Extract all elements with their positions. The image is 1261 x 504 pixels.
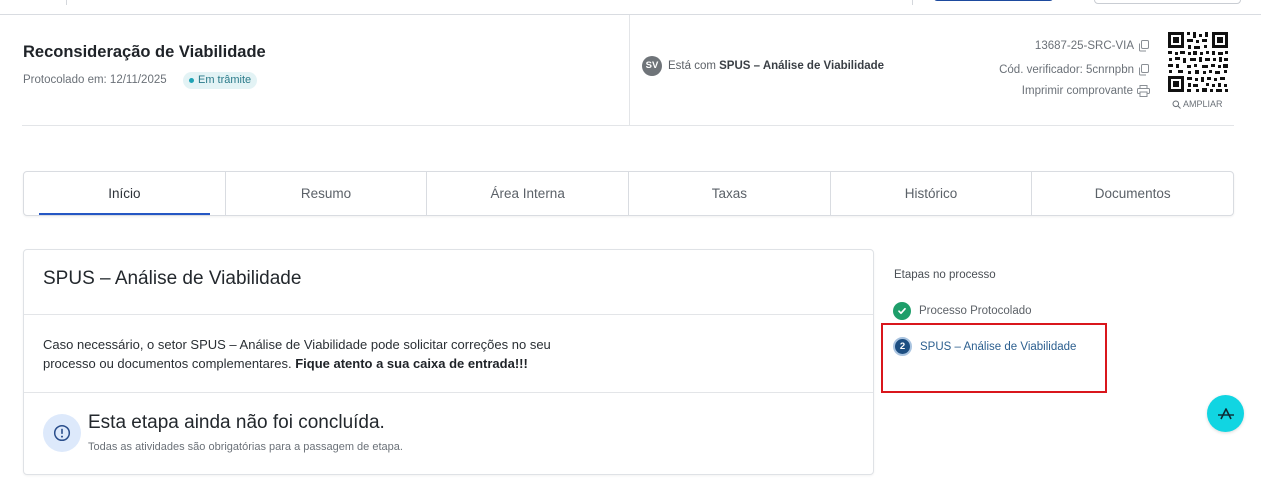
top-bar-divider (912, 0, 913, 5)
status-dot-icon (189, 78, 194, 83)
assistant-button[interactable] (1207, 395, 1244, 432)
card-divider (24, 392, 873, 393)
top-bar-divider (66, 0, 67, 5)
header-divider (629, 15, 630, 125)
copy-icon[interactable] (1138, 64, 1150, 76)
tab-taxas[interactable]: Taxas (629, 172, 831, 215)
verifier-code[interactable]: Cód. verificador: 5cnrnpbn (999, 64, 1150, 76)
current-owner-prefix: Está com (668, 60, 716, 72)
assistant-icon (1217, 407, 1234, 419)
step-label: Processo Protocolado (919, 305, 1032, 317)
tab-documentos[interactable]: Documentos (1032, 172, 1233, 215)
tab-historico[interactable]: Histórico (831, 172, 1033, 215)
status-badge-label: Em trâmite (198, 74, 252, 86)
tab-inicio[interactable]: Início (24, 172, 226, 215)
notice-title: Esta etapa ainda não foi concluída. (88, 412, 385, 433)
top-bar (0, 0, 1261, 15)
page-title: Reconsideração de Viabilidade (23, 43, 266, 61)
highlight-box (881, 323, 1107, 393)
process-header: Reconsideração de Viabilidade Protocolad… (22, 15, 1234, 126)
printer-icon (1137, 85, 1150, 97)
check-icon (893, 302, 911, 320)
card-divider (24, 314, 873, 315)
tab-resumo[interactable]: Resumo (226, 172, 428, 215)
copy-icon[interactable] (1138, 40, 1150, 52)
top-bar-primary-button[interactable] (934, 0, 1053, 1)
current-owner-value: SPUS – Análise de Viabilidade (719, 60, 885, 72)
current-owner: Está com SPUS – Análise de Viabilidade (668, 60, 884, 72)
stage-description-warning: Fique atento a sua caixa de entrada!!! (295, 356, 528, 371)
expand-qr-link[interactable]: AMPLIAR (1172, 99, 1223, 109)
stage-card: SPUS – Análise de Viabilidade Caso neces… (23, 249, 874, 475)
tab-bar: Início Resumo Área Interna Taxas Históri… (23, 171, 1234, 216)
info-icon (43, 414, 81, 452)
step-item[interactable]: Processo Protocolado (893, 302, 1032, 320)
status-badge: Em trâmite (183, 72, 258, 89)
process-code-label: 13687-25-SRC-VIA (1034, 40, 1134, 52)
expand-qr-label: AMPLIAR (1183, 99, 1223, 109)
top-bar-secondary-button[interactable] (1094, 0, 1241, 4)
process-code[interactable]: 13687-25-SRC-VIA (1035, 40, 1150, 52)
stage-title: SPUS – Análise de Viabilidade (43, 268, 302, 289)
protocol-date: Protocolado em: 12/11/2025 (23, 74, 167, 86)
verifier-code-label: Cód. verificador: 5cnrnpbn (999, 64, 1134, 76)
search-icon (1172, 100, 1181, 109)
tab-area-interna[interactable]: Área Interna (427, 172, 630, 215)
print-receipt-label: Imprimir comprovante (1021, 85, 1133, 97)
avatar: SV (642, 56, 662, 76)
notice-subtitle: Todas as atividades são obrigatórias par… (88, 441, 403, 453)
print-receipt-link[interactable]: Imprimir comprovante (1022, 85, 1150, 97)
steps-title: Etapas no processo (894, 269, 996, 281)
stage-description: Caso necessário, o setor SPUS – Análise … (43, 335, 603, 373)
qr-code-icon[interactable] (1166, 30, 1230, 94)
